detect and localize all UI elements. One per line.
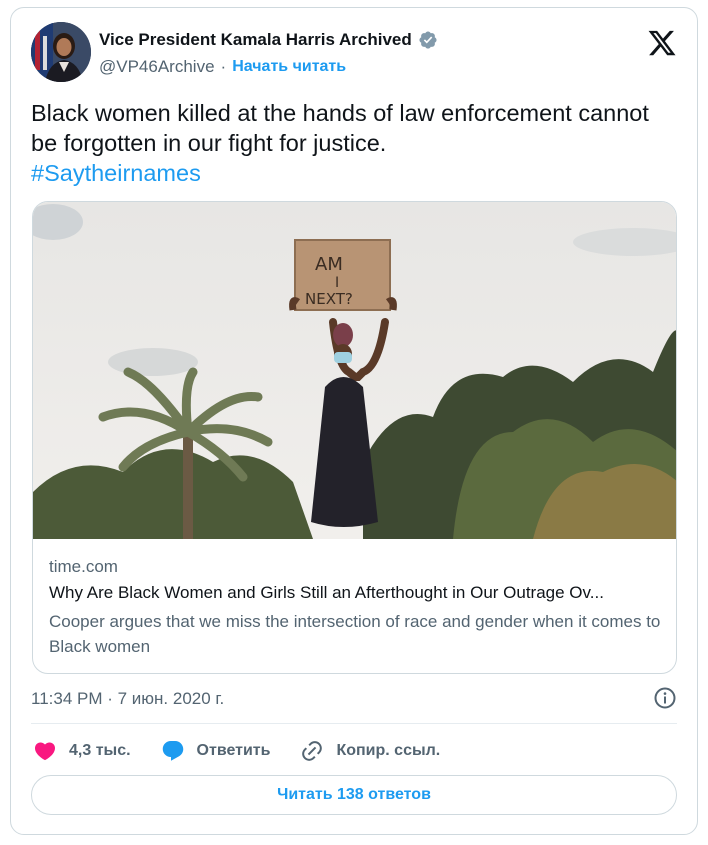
- heart-icon: [34, 742, 56, 761]
- like-button[interactable]: 4,3 тыс.: [33, 739, 131, 763]
- separator-dot: ·: [220, 57, 227, 76]
- divider: [31, 723, 677, 724]
- action-bar: 4,3 тыс. Ответить Копир. ссыл.: [33, 737, 470, 765]
- read-replies-label: Читать 138 ответов: [277, 786, 431, 803]
- link-domain: time.com: [49, 557, 118, 576]
- svg-text:AM: AM: [315, 254, 343, 275]
- tweet-body: Black women killed at the hands of law e…: [31, 100, 649, 156]
- follow-button[interactable]: Начать читать: [232, 58, 346, 76]
- link-meta: time.com Why Are Black Women and Girls S…: [49, 557, 662, 659]
- tweet-embed-card: Vice President Kamala Harris Archived @V…: [10, 7, 698, 835]
- link-preview-image: AM I NEXT?: [33, 202, 676, 539]
- svg-text:NEXT?: NEXT?: [305, 290, 353, 308]
- tweet-timestamp[interactable]: 11:34 PM · 7 июн. 2020 г.: [31, 689, 224, 709]
- reply-bubble-icon: [162, 741, 183, 761]
- verified-badge-icon: [419, 31, 437, 49]
- link-icon: [302, 741, 323, 761]
- hashtag-link[interactable]: #Saytheirnames: [31, 158, 671, 188]
- info-icon[interactable]: [653, 686, 677, 710]
- like-count: 4,3 тыс.: [69, 742, 131, 759]
- reply-label: Ответить: [196, 742, 271, 759]
- author-handle[interactable]: @VP46Archive: [99, 57, 215, 77]
- tweet-text: Black women killed at the hands of law e…: [31, 98, 671, 188]
- link-preview-card[interactable]: AM I NEXT? time.com Why Are Black Women …: [32, 201, 677, 674]
- link-title: Why Are Black Women and Girls Still an A…: [49, 583, 604, 602]
- avatar[interactable]: [31, 22, 91, 82]
- link-description: Cooper argues that we miss the intersect…: [49, 612, 661, 656]
- tweet-header: Vice President Kamala Harris Archived @V…: [31, 22, 677, 84]
- read-replies-button[interactable]: Читать 138 ответов: [31, 775, 677, 815]
- reply-button[interactable]: Ответить: [161, 739, 271, 763]
- author-display-name[interactable]: Vice President Kamala Harris Archived: [99, 30, 412, 50]
- svg-text:I: I: [335, 275, 339, 291]
- x-logo-icon[interactable]: [647, 28, 677, 58]
- copy-link-label: Копир. ссыл.: [336, 742, 441, 759]
- timestamp-row: 11:34 PM · 7 июн. 2020 г.: [31, 686, 677, 712]
- copy-link-button[interactable]: Копир. ссыл.: [300, 739, 440, 763]
